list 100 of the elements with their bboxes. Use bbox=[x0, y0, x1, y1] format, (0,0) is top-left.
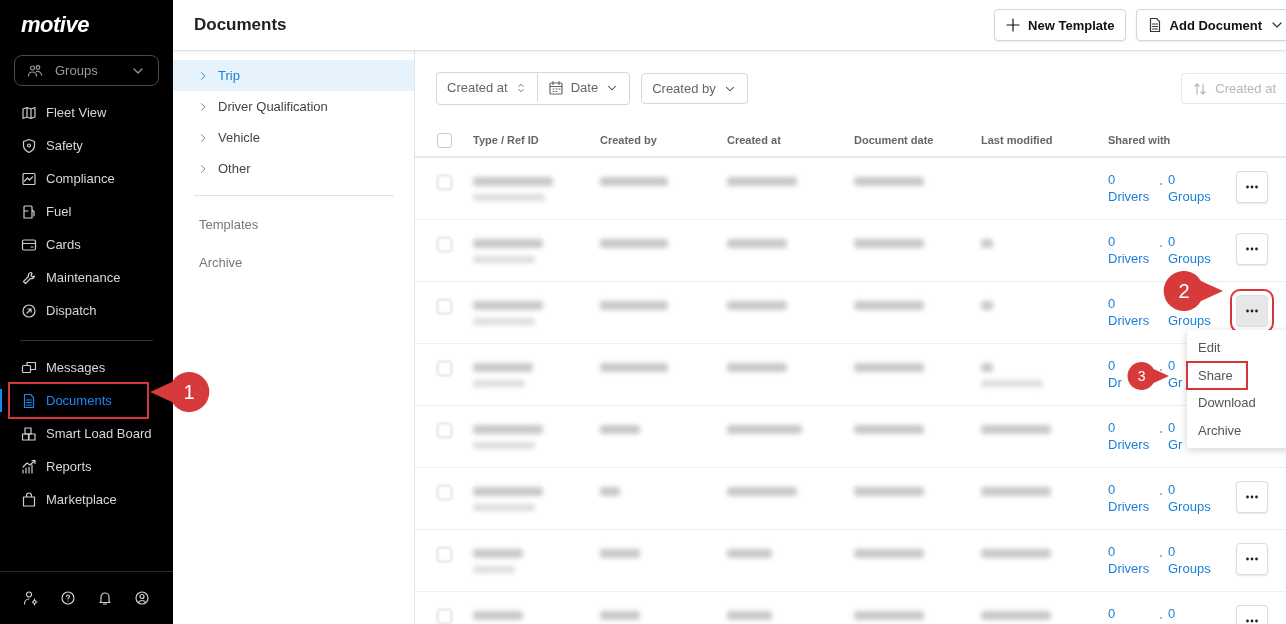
blurred-text bbox=[727, 611, 772, 620]
blurred-text bbox=[727, 487, 797, 496]
category-item[interactable]: Driver Qualification bbox=[173, 91, 414, 122]
people-icon bbox=[27, 62, 43, 79]
boxes-icon bbox=[21, 425, 37, 442]
menu-item[interactable]: Archive bbox=[1187, 416, 1253, 444]
blurred-text bbox=[981, 487, 1051, 496]
column-header: Created by bbox=[600, 134, 657, 146]
drivers-count-link[interactable]: 0 bbox=[1108, 357, 1116, 374]
drivers-link[interactable]: Drivers bbox=[1108, 312, 1150, 329]
blurred-text bbox=[473, 256, 535, 263]
messages-icon bbox=[21, 359, 37, 376]
blurred-text bbox=[600, 239, 668, 248]
blurred-text bbox=[473, 380, 525, 387]
blurred-text bbox=[473, 566, 515, 573]
blurred-text bbox=[473, 239, 543, 248]
drivers-count-link[interactable]: 0 bbox=[1108, 233, 1116, 250]
map-icon bbox=[21, 104, 37, 121]
blurred-text bbox=[473, 549, 523, 558]
drivers-link[interactable]: Drivers bbox=[1108, 498, 1150, 515]
blurred-text bbox=[854, 611, 924, 620]
nav-link[interactable]: Templates bbox=[173, 210, 259, 248]
select-all-checkbox[interactable] bbox=[437, 132, 452, 148]
groups-count-link[interactable]: 0 bbox=[1168, 543, 1176, 560]
new-template-button[interactable]: New Template bbox=[994, 9, 1126, 41]
drivers-count-link[interactable]: 0 bbox=[1108, 295, 1116, 312]
menu-item[interactable]: Download bbox=[1187, 389, 1267, 417]
blurred-text bbox=[727, 177, 797, 186]
groups-link[interactable]: Groups bbox=[1168, 188, 1211, 205]
blurred-text bbox=[473, 442, 535, 449]
logo[interactable]: motive bbox=[0, 0, 173, 44]
groups-count-link[interactable]: 0 bbox=[1168, 481, 1176, 498]
blurred-text bbox=[600, 611, 640, 620]
blurred-text bbox=[473, 504, 535, 511]
blurred-text bbox=[854, 363, 924, 372]
category-item[interactable]: Trip bbox=[173, 60, 414, 91]
sidebar-item[interactable]: Maintenance bbox=[10, 261, 169, 294]
blurred-text bbox=[854, 301, 924, 310]
sidebar-item[interactable]: Fleet View bbox=[10, 96, 169, 129]
column-header: Shared with bbox=[1108, 134, 1171, 146]
sort-field-dropdown[interactable]: Created at bbox=[437, 73, 537, 102]
drivers-link[interactable]: Drivers bbox=[1108, 250, 1150, 267]
menu-item[interactable]: Edit bbox=[1187, 334, 1232, 362]
blurred-text bbox=[981, 301, 993, 310]
plus-icon bbox=[1005, 17, 1022, 33]
bag-icon bbox=[21, 491, 37, 508]
blurred-text bbox=[727, 549, 772, 558]
sidebar-item[interactable]: Marketplace bbox=[10, 483, 169, 516]
sidebar-item[interactable]: Cards bbox=[10, 228, 169, 261]
category-item[interactable]: Other bbox=[173, 153, 414, 184]
blurred-text bbox=[854, 487, 924, 496]
blurred-text bbox=[981, 549, 1051, 558]
menu-item[interactable]: Share bbox=[1187, 361, 1247, 389]
column-header: Type / Ref ID bbox=[473, 134, 539, 146]
groups-link[interactable]: Groups bbox=[1168, 560, 1211, 577]
blurred-text bbox=[727, 301, 787, 310]
date-dropdown[interactable]: Date bbox=[536, 73, 630, 102]
ellipsis-icon bbox=[1246, 309, 1258, 313]
sidebar-item[interactable]: Smart Load Board bbox=[10, 417, 169, 450]
groups-count-link[interactable]: 0 bbox=[1168, 605, 1176, 622]
category-item[interactable]: Vehicle bbox=[173, 122, 414, 153]
sidebar-item[interactable]: Compliance bbox=[10, 162, 169, 195]
drivers-count-link[interactable]: 0 bbox=[1108, 543, 1116, 560]
groups-count-link[interactable]: 0 bbox=[1168, 233, 1176, 250]
drivers-link[interactable]: Drivers bbox=[1108, 436, 1150, 453]
nav-link[interactable]: Archive bbox=[173, 248, 243, 286]
profile-icon bbox=[134, 590, 151, 606]
column-header: Document date bbox=[854, 134, 934, 146]
drivers-count-link[interactable]: 0 bbox=[1108, 605, 1116, 622]
bell-icon bbox=[97, 590, 114, 606]
groups-count-link[interactable]: 0 bbox=[1168, 171, 1176, 188]
drivers-link[interactable]: Dr bbox=[1108, 374, 1122, 391]
groups-link[interactable]: Groups bbox=[1168, 250, 1211, 267]
drivers-count-link[interactable]: 0 bbox=[1108, 171, 1116, 188]
fuel-pump-icon bbox=[21, 203, 37, 220]
drivers-link[interactable]: Drivers bbox=[1108, 188, 1150, 205]
groups-link[interactable]: Gr bbox=[1168, 374, 1183, 391]
blurred-text bbox=[981, 363, 993, 372]
drivers-link[interactable]: Drivers bbox=[1108, 560, 1150, 577]
blurred-text bbox=[473, 318, 535, 325]
blurred-text bbox=[473, 363, 533, 372]
step-callout: 2 bbox=[1163, 271, 1225, 311]
created-by-dropdown[interactable]: Created by bbox=[641, 73, 748, 104]
groups-count-link[interactable]: 0 bbox=[1168, 419, 1176, 436]
blurred-text bbox=[981, 425, 1051, 434]
groups-link[interactable]: Groups bbox=[1168, 312, 1211, 329]
groups-dropdown[interactable]: Groups bbox=[14, 55, 159, 86]
drivers-count-link[interactable]: 0 bbox=[1108, 419, 1116, 436]
calendar-icon bbox=[547, 79, 564, 96]
sidebar-item[interactable]: Safety bbox=[10, 129, 169, 162]
blurred-text bbox=[600, 301, 668, 310]
sidebar-item[interactable]: Fuel bbox=[10, 195, 169, 228]
blurred-text bbox=[600, 363, 668, 372]
groups-link[interactable]: Gr bbox=[1168, 436, 1183, 453]
sidebar-item[interactable]: Dispatch bbox=[10, 294, 169, 327]
drivers-count-link[interactable]: 0 bbox=[1108, 481, 1116, 498]
add-document-button[interactable]: Add Document bbox=[1135, 9, 1286, 41]
sidebar-item[interactable]: Reports bbox=[10, 450, 169, 483]
groups-link[interactable]: Groups bbox=[1168, 498, 1211, 515]
wrench-icon bbox=[21, 269, 37, 286]
